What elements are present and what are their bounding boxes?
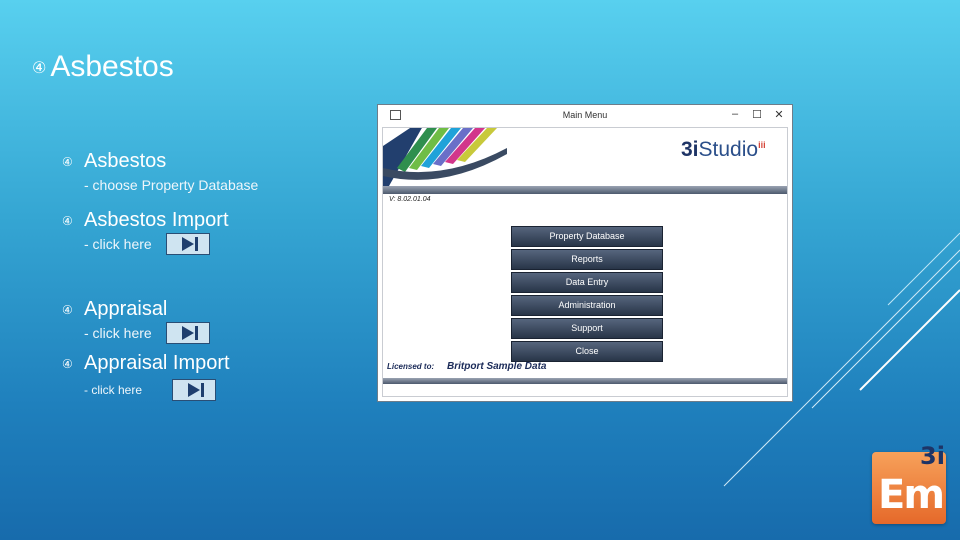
slide-title: Asbestos [50,50,174,83]
logo-sup: iii [758,140,766,150]
bullet-icon: ④ [32,57,47,77]
licensed-label: Licensed to: [387,362,435,371]
main-menu-window: Main Menu – ☐ ✕ 3iStudioiii V: 8.02.01.0… [377,104,793,402]
logo-suffix: Studio [698,138,759,161]
appraisal-import-play-button[interactable] [172,379,217,401]
property-database-button[interactable]: Property Database [511,226,663,247]
3istudio-logo: 3iStudioiii [681,138,766,162]
item-label: Appraisal Import [84,352,230,374]
item-sub-text: - click here [84,236,152,252]
close-button[interactable]: Close [511,341,663,362]
footer-band [383,378,787,384]
banner: 3iStudioiii [383,128,787,186]
close-icon[interactable]: ✕ [772,108,786,121]
bullet-icon: ④ [62,213,73,228]
play-to-end-icon [181,326,198,340]
em-logo: Em 3i [872,442,950,526]
item-label: Appraisal [84,298,168,320]
support-button[interactable]: Support [511,318,663,339]
version-label: V: 8.02.01.04 [389,196,431,203]
header-band [383,186,787,194]
list-item: ④ Appraisal - click here [62,298,210,344]
item-sub-text: - click here [84,325,152,341]
item-sub-text: - choose Property Database [84,177,259,193]
minimize-icon[interactable]: – [728,108,742,120]
item-sub: - choose Property Database [84,177,258,193]
color-stripes-graphic [383,128,507,186]
list-item: ④ Asbestos Import - click here [62,209,229,255]
item-label: Asbestos [84,150,167,172]
data-entry-button[interactable]: Data Entry [511,272,663,293]
administration-button[interactable]: Administration [511,295,663,316]
list-item: ④ Asbestos - choose Property Database [62,150,258,193]
main-menu: Property Database Reports Data Entry Adm… [511,226,663,364]
em-logo-3i: 3i [920,442,945,470]
asbestos-import-play-button[interactable] [165,233,210,255]
logo-prefix: 3i [681,138,699,161]
item-label: Asbestos Import [84,209,229,231]
list-item: ④ Appraisal Import - click here [62,352,230,401]
item-sub-text: - click here [84,383,143,397]
item-sub: - click here [84,322,210,344]
licensed-value: Britport Sample Data [447,361,547,372]
slide-title-row: ④ Asbestos [32,50,174,84]
play-to-end-icon [188,383,205,397]
window-body: 3iStudioiii V: 8.02.01.04 Property Datab… [382,127,788,397]
window-titlebar: Main Menu – ☐ ✕ [378,105,792,127]
bullet-icon: ④ [62,356,73,371]
em-logo-text: Em [878,472,945,518]
reports-button[interactable]: Reports [511,249,663,270]
item-sub: - click here [84,379,230,401]
appraisal-play-button[interactable] [165,322,210,344]
item-sub: - click here [84,233,229,255]
maximize-icon[interactable]: ☐ [750,108,764,121]
bullet-icon: ④ [62,154,73,169]
bullet-icon: ④ [62,302,73,317]
play-to-end-icon [181,237,198,251]
